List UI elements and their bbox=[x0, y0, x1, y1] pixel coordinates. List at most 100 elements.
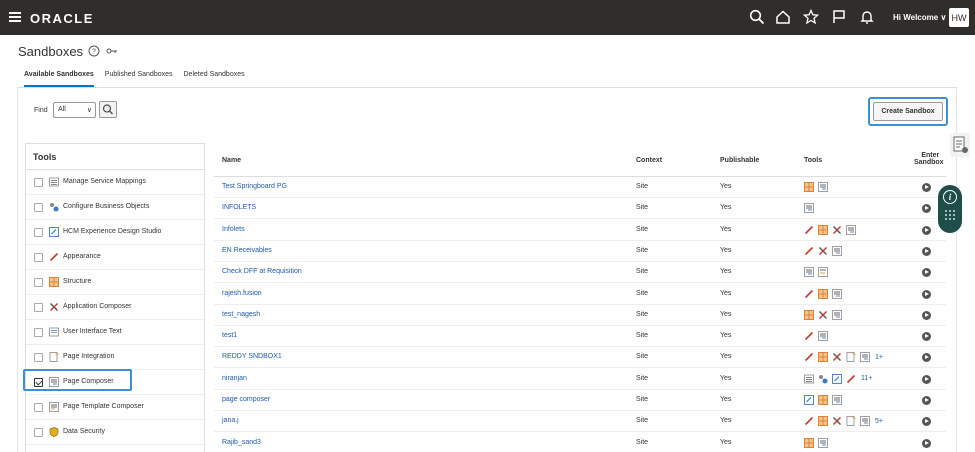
enter-sandbox-icon[interactable] bbox=[922, 183, 931, 192]
tool-label: Configure Business Objects bbox=[63, 203, 150, 210]
sandbox-tools bbox=[804, 288, 846, 300]
tool-item-user-interface-text[interactable]: User Interface Text bbox=[26, 320, 204, 345]
tool-item-hcm-experience-design-studio[interactable]: HCM Experience Design Studio bbox=[26, 220, 204, 245]
composer-icon bbox=[832, 288, 842, 299]
sandbox-name-link[interactable]: Check DFF at Requisition bbox=[222, 268, 302, 275]
notifications-bell-icon[interactable] bbox=[859, 9, 875, 25]
structure-icon bbox=[818, 224, 828, 235]
tool-checkbox[interactable] bbox=[34, 178, 43, 187]
tool-checkbox[interactable] bbox=[34, 328, 43, 337]
tool-checkbox[interactable] bbox=[34, 228, 43, 237]
tools-icon bbox=[833, 353, 841, 362]
sandbox-name-link[interactable]: rajesh.fusion bbox=[222, 290, 262, 297]
sandbox-name-link[interactable]: jana.j bbox=[222, 417, 239, 424]
table-row: EN Receivables Site Yes bbox=[214, 241, 946, 262]
avatar[interactable]: HW bbox=[949, 8, 969, 27]
column-header-enter-sandbox: Enter Sandbox bbox=[914, 152, 944, 166]
side-panel-tab[interactable] bbox=[950, 133, 970, 157]
enter-sandbox-icon[interactable] bbox=[922, 204, 931, 214]
tool-item-manage-service-mappings[interactable]: Manage Service Mappings bbox=[26, 170, 204, 195]
sandbox-publishable: Yes bbox=[720, 332, 732, 340]
sandbox-name-link[interactable]: EN Receivables bbox=[222, 247, 272, 254]
home-icon[interactable] bbox=[775, 9, 791, 25]
table-row: rajesh.fusion Site Yes bbox=[214, 284, 946, 305]
search-icon[interactable] bbox=[749, 9, 765, 25]
enter-sandbox-icon[interactable] bbox=[922, 225, 931, 235]
enter-sandbox-icon[interactable] bbox=[922, 246, 931, 256]
more-tools-link[interactable]: 11+ bbox=[861, 375, 872, 382]
brush-icon bbox=[49, 252, 59, 262]
sandbox-name-link[interactable]: test1 bbox=[222, 332, 237, 339]
enter-sandbox-icon[interactable] bbox=[922, 396, 931, 405]
tool-item-application-composer[interactable]: Application Composer bbox=[26, 295, 204, 320]
key-icon[interactable] bbox=[106, 47, 118, 55]
enter-sandbox-icon[interactable] bbox=[922, 374, 931, 384]
menu-icon[interactable] bbox=[9, 12, 21, 22]
column-header-publishable[interactable]: Publishable bbox=[720, 157, 759, 164]
help-icon[interactable]: ? bbox=[88, 45, 100, 57]
enter-sandbox-icon[interactable] bbox=[922, 438, 931, 448]
more-tools-link[interactable]: 5+ bbox=[875, 418, 883, 425]
tool-item-page-template-composer[interactable]: Page Template Composer bbox=[26, 395, 204, 420]
flag-icon[interactable] bbox=[831, 9, 847, 25]
tool-label: Structure bbox=[63, 278, 92, 285]
enter-sandbox-icon[interactable] bbox=[922, 289, 931, 299]
enter-sandbox-icon[interactable] bbox=[922, 332, 931, 342]
table-row: page composer Site Yes bbox=[214, 390, 946, 411]
sandbox-name-link[interactable]: INFOLETS bbox=[222, 204, 256, 211]
enter-sandbox-icon[interactable] bbox=[922, 417, 931, 427]
enter-sandbox-icon[interactable] bbox=[922, 268, 931, 278]
sandbox-tools bbox=[804, 181, 832, 193]
sandbox-name-link[interactable]: Test Springboard PG bbox=[222, 183, 287, 190]
tool-checkbox[interactable] bbox=[34, 353, 43, 362]
assistant-widget[interactable]: i bbox=[938, 185, 962, 233]
column-header-name[interactable]: Name bbox=[222, 157, 241, 164]
sandbox-publishable: Yes bbox=[720, 310, 732, 318]
tool-checkbox[interactable] bbox=[34, 403, 43, 412]
user-menu[interactable]: Hi Welcome ∨ bbox=[893, 13, 946, 22]
create-sandbox-button[interactable]: Create Sandbox bbox=[873, 102, 943, 121]
tab-deleted-sandboxes[interactable]: Deleted Sandboxes bbox=[184, 71, 245, 87]
sandbox-name-link[interactable]: niranjan bbox=[222, 375, 247, 382]
sandbox-name-link[interactable]: test_nagesh bbox=[222, 311, 260, 318]
tool-checkbox[interactable] bbox=[34, 253, 43, 262]
find-search-button[interactable] bbox=[99, 101, 117, 118]
composer-icon bbox=[804, 267, 814, 278]
table-row: test_nagesh Site Yes bbox=[214, 305, 946, 326]
sandbox-name-link[interactable]: Rajib_sand3 bbox=[222, 439, 261, 446]
tool-item-structure[interactable]: Structure bbox=[26, 270, 204, 295]
find-select[interactable]: All ∨ bbox=[53, 102, 96, 118]
search-icon bbox=[102, 104, 114, 115]
sandbox-tabs: Available Sandboxes Published Sandboxes … bbox=[24, 71, 256, 87]
sandbox-name-link[interactable]: Infolets bbox=[222, 226, 245, 233]
tool-checkbox[interactable] bbox=[34, 303, 43, 312]
oracle-logo[interactable]: ORACLE bbox=[30, 11, 94, 26]
sandbox-publishable: Yes bbox=[720, 396, 732, 403]
favorites-star-icon[interactable] bbox=[803, 9, 819, 25]
integration-icon bbox=[846, 352, 856, 363]
objects-icon bbox=[50, 203, 59, 212]
tool-item-page-integration[interactable]: Page Integration bbox=[26, 345, 204, 370]
sandbox-tools bbox=[804, 309, 846, 321]
tool-item-appearance[interactable]: Appearance bbox=[26, 245, 204, 270]
sandbox-name-link[interactable]: page composer bbox=[222, 396, 270, 403]
brush-icon bbox=[804, 332, 814, 341]
tab-published-sandboxes[interactable]: Published Sandboxes bbox=[105, 71, 173, 87]
tool-item-configure-business-objects[interactable]: Configure Business Objects bbox=[26, 195, 204, 220]
sandbox-context: Site bbox=[636, 396, 649, 403]
composer-icon bbox=[804, 203, 814, 214]
sandbox-publishable: Yes bbox=[720, 225, 732, 233]
tool-checkbox[interactable] bbox=[34, 203, 43, 212]
tab-available-sandboxes[interactable]: Available Sandboxes bbox=[24, 71, 94, 87]
enter-sandbox-icon[interactable] bbox=[922, 353, 931, 363]
tool-item-data-security[interactable]: Data Security bbox=[26, 420, 204, 445]
tool-checkbox[interactable] bbox=[34, 278, 43, 287]
more-tools-link[interactable]: 1+ bbox=[875, 354, 883, 361]
column-header-context[interactable]: Context bbox=[636, 157, 662, 164]
list-icon bbox=[49, 177, 59, 187]
sandbox-table: Name Context Publishable Tools Enter Sand… bbox=[214, 147, 946, 452]
tool-checkbox[interactable] bbox=[34, 428, 43, 437]
enter-sandbox-icon[interactable] bbox=[922, 310, 931, 320]
composer-icon bbox=[818, 437, 828, 448]
sandbox-name-link[interactable]: REDDY SNDBOX1 bbox=[222, 353, 282, 360]
